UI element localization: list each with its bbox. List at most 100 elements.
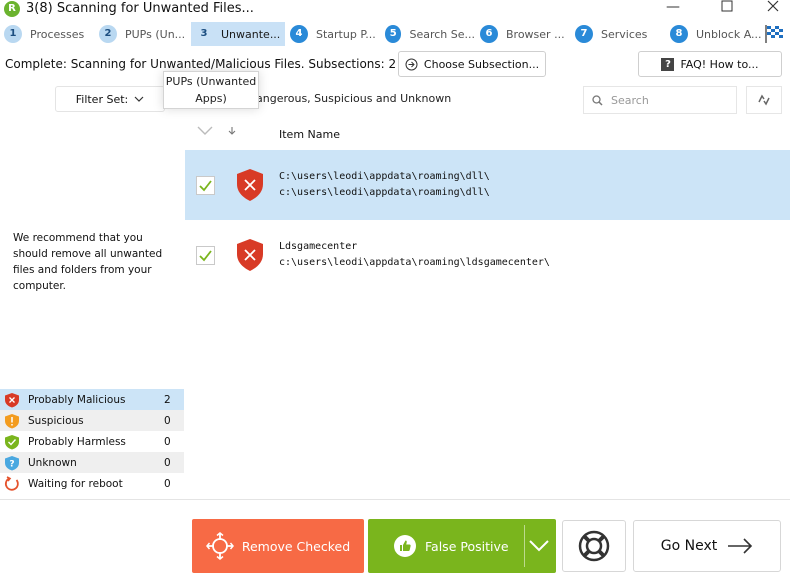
legend-label: Waiting for reboot	[28, 477, 123, 490]
legend-probably-malicious[interactable]: Probably Malicious 2	[0, 389, 184, 410]
false-positive-label: False Positive	[425, 538, 509, 554]
window-title: 3(8) Scanning for Unwanted Files...	[26, 1, 254, 16]
finish-flag-icon[interactable]	[764, 24, 784, 44]
blue-shield-icon: ?	[5, 455, 19, 470]
orange-shield-icon	[5, 413, 19, 428]
legend-count: 2	[164, 393, 171, 406]
legend-suspicious[interactable]: Suspicious 0	[0, 410, 184, 431]
step-processes[interactable]: 1 Processes	[4, 22, 94, 46]
false-positive-button[interactable]: False Positive	[368, 519, 556, 573]
filter-description: angerous, Suspicious and Unknown	[256, 92, 452, 105]
column-header-item-name[interactable]: Item Name	[279, 128, 340, 141]
step-unwanted[interactable]: 3 Unwante...	[191, 22, 285, 46]
sort-arrow-icon[interactable]	[228, 126, 236, 139]
minimize-icon[interactable]: —	[658, 0, 688, 18]
step-label: Unwante...	[221, 27, 281, 41]
close-icon[interactable]	[758, 0, 788, 18]
step-number: 1	[4, 25, 22, 43]
chevron-down-icon[interactable]	[528, 539, 550, 553]
step-number: 6	[480, 25, 498, 43]
legend-probably-harmless[interactable]: Probably Harmless 0	[0, 431, 184, 452]
legend-label: Probably Harmless	[28, 435, 126, 448]
app-icon: R	[4, 1, 20, 17]
legend-count: 0	[164, 477, 171, 490]
step-label: Browser ...	[506, 27, 565, 41]
filter-set-label: Filter Set:	[75, 92, 129, 106]
green-shield-icon	[5, 434, 19, 449]
go-next-label: Go Next	[660, 538, 718, 554]
select-all-chevron-icon[interactable]	[196, 124, 214, 138]
choose-subsection-label: Choose Subsection...	[423, 57, 540, 71]
item-location: c:\users\leodi\appdata\roaming\dll\	[279, 187, 490, 198]
item-location: c:\users\leodi\appdata\roaming\ldsgamece…	[279, 257, 550, 268]
red-shield-icon	[5, 392, 19, 407]
refresh-icon	[758, 94, 770, 106]
remove-checked-label: Remove Checked	[241, 538, 351, 554]
search-input[interactable]: Search	[583, 86, 737, 114]
malicious-shield-icon	[237, 169, 263, 201]
reboot-icon	[4, 475, 19, 491]
step-label: PUPs (Un...	[125, 27, 186, 41]
maximize-icon[interactable]	[712, 0, 742, 18]
arrow-right-icon	[728, 538, 753, 554]
step-services[interactable]: 7 Services	[575, 22, 665, 46]
refresh-button[interactable]	[746, 86, 782, 114]
step-label: Services	[601, 27, 648, 41]
step-number: 4	[290, 25, 308, 43]
step-bar: 1 Processes 2 PUPs (Un... 3 Unwante... 4…	[0, 22, 790, 46]
step-label: Search Se...	[409, 27, 475, 41]
question-icon: ?	[661, 57, 675, 71]
step-pups[interactable]: 2 PUPs (Un...	[99, 22, 189, 46]
arrow-circle-icon	[405, 58, 418, 70]
tooltip-line: Apps)	[195, 92, 227, 105]
search-icon	[592, 94, 603, 106]
tooltip-line: PUPs (Unwanted	[165, 75, 257, 88]
scan-status-text: Complete: Scanning for Unwanted/Maliciou…	[5, 57, 397, 71]
recommendation-text: We recommend that you should remove all …	[13, 232, 163, 292]
row-checkbox[interactable]	[196, 246, 215, 265]
search-placeholder: Search	[611, 93, 649, 107]
step-unblock[interactable]: 8 Unblock A...	[670, 22, 762, 46]
row-checkbox[interactable]	[196, 176, 215, 195]
step-number: 5	[385, 25, 402, 43]
faq-label: FAQ! How to...	[680, 57, 759, 71]
choose-subsection-button[interactable]: Choose Subsection...	[398, 51, 546, 77]
checkmark-icon	[199, 250, 212, 262]
step-number: 8	[670, 25, 688, 43]
legend-unknown[interactable]: ? Unknown 0	[0, 452, 184, 473]
step-startup[interactable]: 4 Startup P...	[290, 22, 380, 46]
svg-text:?: ?	[9, 459, 14, 469]
table-row[interactable]: Ldsgamecenter c:\users\leodi\appdata\roa…	[185, 220, 790, 290]
legend-count: 0	[164, 456, 171, 469]
step-label: Processes	[30, 27, 85, 41]
step-search[interactable]: 5 Search Se...	[385, 22, 475, 46]
legend-label: Probably Malicious	[28, 393, 126, 406]
item-name: Ldsgamecenter	[279, 241, 358, 252]
step-browser[interactable]: 6 Browser ...	[480, 22, 570, 46]
step-label: Unblock A...	[696, 27, 762, 41]
remove-checked-button[interactable]: Remove Checked	[192, 519, 364, 573]
faq-button[interactable]: ? FAQ! How to...	[638, 51, 782, 77]
thumbs-up-icon	[394, 535, 416, 557]
item-path: C:\users\leodi\appdata\roaming\dll\	[279, 171, 490, 182]
step-label: Startup P...	[316, 27, 376, 41]
legend-count: 0	[164, 435, 171, 448]
crosshair-icon	[205, 532, 234, 560]
step-number: 7	[575, 25, 593, 43]
checkmark-icon	[199, 180, 212, 192]
filter-set-dropdown[interactable]: Filter Set:	[55, 86, 165, 112]
malicious-shield-icon	[237, 239, 263, 271]
legend-count: 0	[164, 414, 171, 427]
go-next-button[interactable]: Go Next	[633, 520, 781, 572]
button-separator	[524, 525, 525, 567]
legend-label: Unknown	[28, 456, 77, 469]
step-number: 2	[99, 25, 117, 43]
step-tooltip: PUPs (Unwanted Apps)	[163, 71, 259, 109]
help-button[interactable]	[562, 520, 626, 572]
bottom-divider	[0, 499, 790, 500]
table-row[interactable]: C:\users\leodi\appdata\roaming\dll\ c:\u…	[185, 150, 790, 220]
legend-waiting-for-reboot[interactable]: Waiting for reboot 0	[0, 473, 184, 494]
legend-label: Suspicious	[28, 414, 84, 427]
step-number: 3	[195, 25, 213, 43]
lifebuoy-icon	[578, 530, 610, 562]
